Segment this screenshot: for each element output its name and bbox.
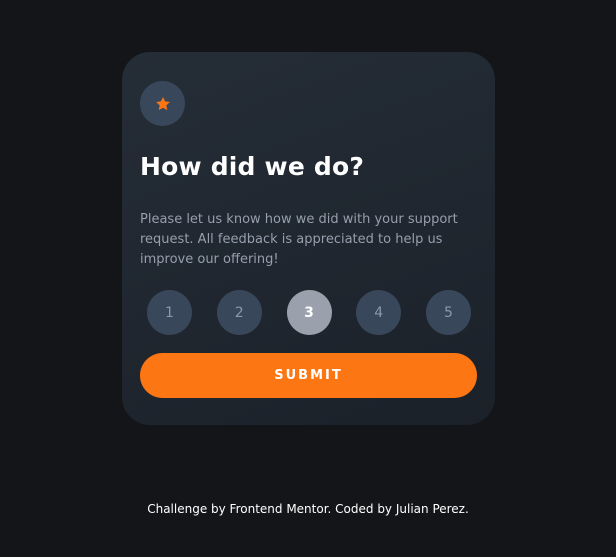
submit-button[interactable]: SUBMIT [140, 353, 477, 398]
attribution-text: Challenge by Frontend Mentor. Coded by J… [147, 502, 469, 516]
card-description: Please let us know how we did with your … [140, 212, 458, 267]
star-badge [140, 81, 185, 126]
rating-card: How did we do? Please let us know how we… [122, 52, 495, 425]
card-title: How did we do? [140, 152, 365, 181]
rating-option-2[interactable]: 2 [216, 290, 262, 335]
rating-options: 1 2 3 4 5 [147, 290, 471, 335]
rating-option-5[interactable]: 5 [426, 290, 471, 335]
rating-option-1[interactable]: 1 [147, 290, 192, 335]
rating-option-4[interactable]: 4 [356, 290, 402, 335]
rating-option-3[interactable]: 3 [286, 290, 332, 335]
star-icon [155, 96, 170, 110]
